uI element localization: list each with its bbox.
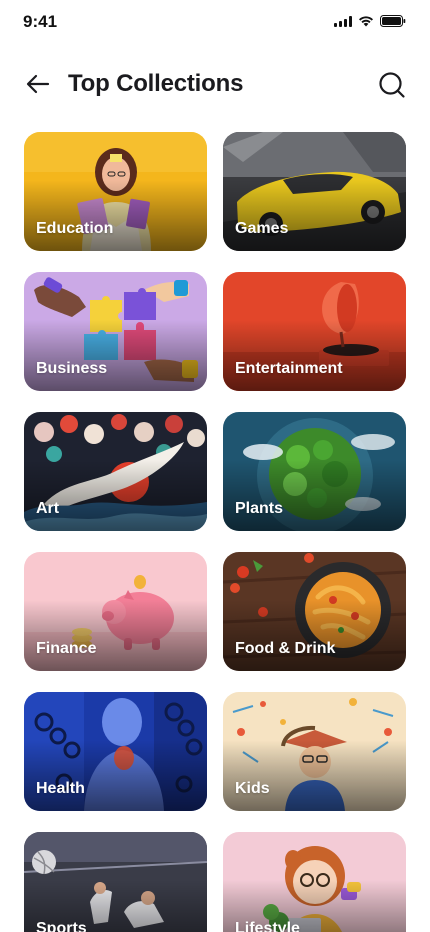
collection-label: Sports xyxy=(36,920,87,932)
collections-grid: Education Games Business Entertainment A… xyxy=(24,132,406,932)
battery-icon xyxy=(380,15,406,27)
collection-label: Kids xyxy=(235,780,270,797)
status-bar: 9:41 xyxy=(0,0,430,44)
search-icon xyxy=(379,72,405,98)
collection-card-education[interactable]: Education xyxy=(24,132,207,251)
header: Top Collections xyxy=(0,60,430,108)
wifi-icon xyxy=(358,15,374,27)
back-button[interactable] xyxy=(24,72,52,96)
search-button[interactable] xyxy=(378,71,406,99)
status-icons xyxy=(334,15,406,27)
collection-card-lifestyle[interactable]: Lifestyle xyxy=(223,832,406,932)
collection-card-sports[interactable]: Sports xyxy=(24,832,207,932)
signal-icon xyxy=(334,15,352,27)
arrow-left-icon xyxy=(26,74,50,94)
collection-card-food-drink[interactable]: Food & Drink xyxy=(223,552,406,671)
collection-card-entertainment[interactable]: Entertainment xyxy=(223,272,406,391)
collection-label: Finance xyxy=(36,640,97,657)
collection-label: Education xyxy=(36,220,114,237)
collection-card-health[interactable]: Health xyxy=(24,692,207,811)
status-time: 9:41 xyxy=(23,12,58,31)
collection-label: Health xyxy=(36,780,85,797)
collection-card-kids[interactable]: Kids xyxy=(223,692,406,811)
collection-label: Business xyxy=(36,360,108,377)
collection-label: Plants xyxy=(235,500,284,517)
collection-label: Food & Drink xyxy=(235,640,336,657)
page-title: Top Collections xyxy=(68,70,244,97)
collection-label: Lifestyle xyxy=(235,920,300,932)
collection-card-business[interactable]: Business xyxy=(24,272,207,391)
collection-card-finance[interactable]: Finance xyxy=(24,552,207,671)
collection-card-games[interactable]: Games xyxy=(223,132,406,251)
collection-card-art[interactable]: Art xyxy=(24,412,207,531)
collection-card-plants[interactable]: Plants xyxy=(223,412,406,531)
collection-label: Games xyxy=(235,220,289,237)
collection-label: Art xyxy=(36,500,60,517)
collection-label: Entertainment xyxy=(235,360,343,377)
